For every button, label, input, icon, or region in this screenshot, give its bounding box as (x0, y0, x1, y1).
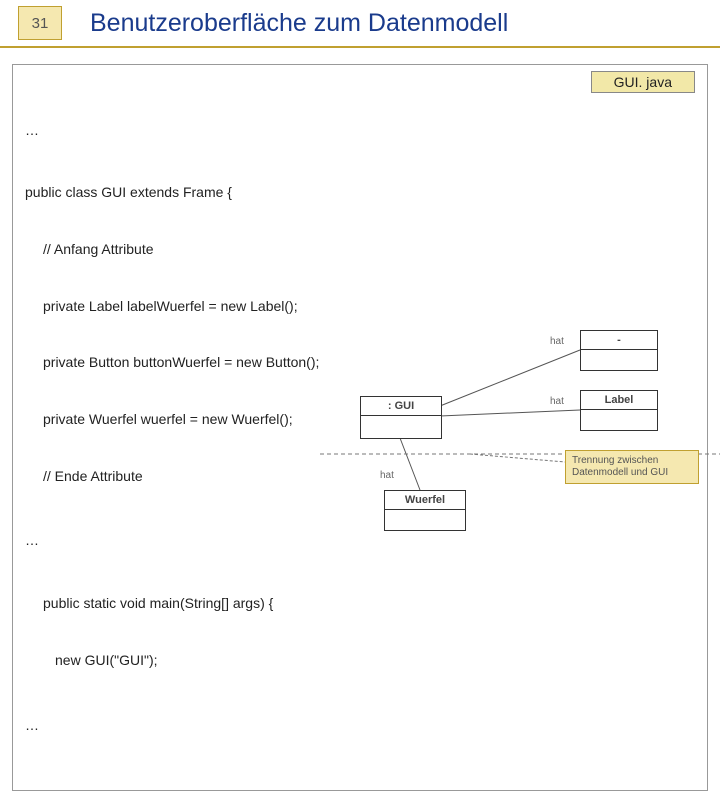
uml-note: Trennung zwischen Datenmodell und GUI (565, 450, 699, 484)
ellipsis-3: … (25, 716, 695, 735)
code-line: // Anfang Attribute (25, 240, 695, 259)
relation-label-3: hat (380, 470, 394, 481)
code-line: new GUI("GUI"); (25, 651, 695, 670)
uml-box-name: - (581, 331, 657, 350)
uml-label-box: Label (580, 390, 658, 431)
uml-gui-box: : GUI (360, 396, 442, 439)
relation-label-1: hat (550, 336, 564, 347)
code-line: private Label labelWuerfel = new Label()… (25, 297, 695, 316)
uml-button-box: - (580, 330, 658, 371)
uml-diagram: hat hat hat : GUI - Label Wuerfel Trennu… (320, 330, 720, 540)
code-line: public static void main(String[] args) { (25, 594, 695, 613)
filename-label: GUI. java (591, 71, 695, 93)
uml-wuerfel-box: Wuerfel (384, 490, 466, 531)
code-line: public class GUI extends Frame { (25, 183, 695, 202)
uml-box-name: Wuerfel (385, 491, 465, 510)
uml-box-name: Label (581, 391, 657, 410)
page-title: Benutzeroberfläche zum Datenmodell (90, 9, 508, 38)
uml-box-name: : GUI (361, 397, 441, 416)
relation-label-2: hat (550, 396, 564, 407)
ellipsis-1: … (25, 121, 695, 140)
page-number: 31 (18, 6, 62, 40)
